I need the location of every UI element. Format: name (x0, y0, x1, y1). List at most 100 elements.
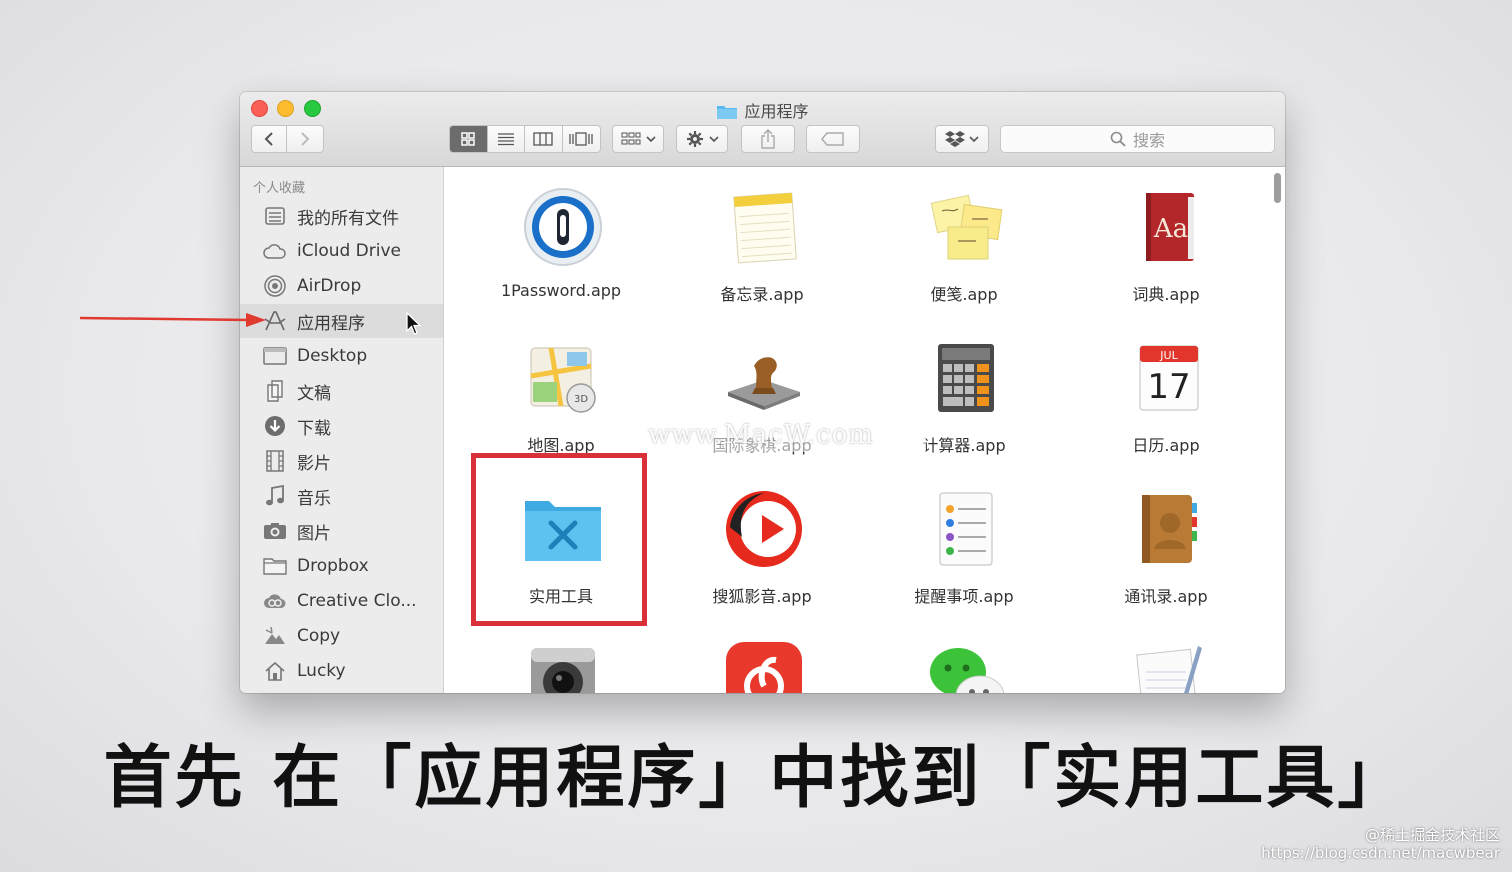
sidebar-item-all-files[interactable]: 我的所有文件 (240, 199, 443, 233)
sidebar-item-label: Desktop (297, 346, 368, 366)
sidebar-item-airdrop[interactable]: AirDrop (240, 269, 443, 303)
sidebar-item-icloud[interactable]: iCloud Drive (240, 234, 443, 268)
arrange-icon (621, 132, 640, 145)
file-item-notes[interactable]: 备忘录.app (662, 175, 862, 315)
highlight-box-utilities (471, 453, 647, 626)
sidebar-item-label: 文稿 (297, 383, 331, 404)
sidebar-item-lucky[interactable]: Lucky (240, 654, 443, 688)
svg-text:3D: 3D (574, 394, 588, 405)
file-item-netease-music[interactable] (662, 628, 862, 693)
columns-icon (533, 132, 553, 146)
mouse-cursor-icon (406, 312, 422, 335)
sidebar-item-downloads[interactable]: 下载 (240, 409, 443, 443)
sidebar-item-label: 影片 (297, 453, 331, 474)
sidebar-item-dropbox[interactable]: Dropbox (240, 549, 443, 583)
sidebar-item-label: 我的所有文件 (297, 208, 399, 229)
reminders-icon (939, 492, 993, 566)
file-item-stickies[interactable]: 便笺.app (864, 175, 1064, 315)
chess-icon (728, 357, 800, 410)
icon-view-button[interactable] (450, 126, 488, 152)
dropbox-icon (945, 131, 965, 147)
list-view-button[interactable] (488, 126, 525, 152)
sidebar-item-label: Dropbox (297, 556, 369, 576)
finder-window: 应用程序 搜索 个人收藏 我的所有文件 iCloud Drive AirDrop… (240, 92, 1285, 693)
column-view-button[interactable] (525, 126, 563, 152)
calendar-icon: JUL 17 (1139, 345, 1199, 411)
sidebar-item-desktop[interactable]: Desktop (240, 339, 443, 373)
calculator-icon (938, 344, 994, 412)
dictionary-icon: Aa (1146, 193, 1194, 261)
sidebar-item-label: iCloud Drive (297, 241, 402, 261)
pictures-icon (263, 520, 287, 542)
chevron-down-icon (969, 136, 979, 143)
wechat-icon (930, 648, 1005, 693)
arrange-menu-button[interactable] (612, 125, 664, 153)
list-icon (497, 133, 514, 146)
all-files-icon (263, 205, 287, 227)
dropbox-menu-button[interactable] (935, 125, 989, 153)
copy-icon (263, 625, 287, 647)
download-icon (263, 415, 287, 437)
file-item-reminders[interactable]: 提醒事项.app (864, 477, 1064, 617)
cloud-icon (263, 240, 287, 262)
sidebar-item-documents[interactable]: 文稿 (240, 374, 443, 408)
vertical-scrollbar[interactable] (1274, 173, 1281, 203)
file-item-calendar[interactable]: JUL 17 日历.app (1066, 326, 1266, 466)
sidebar-item-label: Copy (297, 626, 341, 646)
nav-buttons (251, 125, 324, 153)
sidebar-item-label: 音乐 (297, 488, 331, 509)
creative-cloud-icon (263, 590, 287, 612)
subtitle-caption: 首先 在「应用程序」中找到「实用工具」 (103, 739, 1409, 818)
textedit-icon (1136, 646, 1202, 693)
tag-icon (821, 132, 844, 146)
netease-music-icon (726, 642, 802, 693)
cover-flow-button[interactable] (563, 126, 600, 152)
movies-icon (263, 450, 287, 472)
contacts-icon (1142, 495, 1197, 563)
sidebar-item-label: Lucky (297, 661, 346, 681)
grid-icon (461, 132, 475, 146)
sidebar-item-movies[interactable]: 影片 (240, 444, 443, 478)
action-menu-button[interactable] (676, 125, 728, 153)
applications-folder-icon (717, 106, 738, 119)
window-title: 应用程序 (240, 98, 1285, 122)
tags-button[interactable] (806, 125, 860, 153)
sidebar-item-label: AirDrop (297, 276, 362, 296)
sidebar-item-copy[interactable]: Copy (240, 619, 443, 653)
search-field[interactable]: 搜索 (1000, 125, 1275, 153)
sidebar-item-label: 下载 (297, 418, 331, 439)
svg-text:JUL: JUL (1159, 349, 1178, 362)
file-item-contacts[interactable]: 通讯录.app (1066, 477, 1266, 617)
sidebar-item-label: 图片 (297, 523, 331, 544)
search-placeholder: 搜索 (1132, 131, 1165, 150)
svg-text:17: 17 (1147, 367, 1190, 407)
title-bar: 应用程序 搜索 (240, 92, 1285, 167)
sidebar-item-music[interactable]: 音乐 (240, 479, 443, 513)
file-item-sohu-video[interactable]: 搜狐影音.app (662, 477, 862, 617)
file-item-1password[interactable]: 1Password.app (461, 175, 661, 315)
file-item-wechat[interactable] (864, 628, 1064, 693)
cover-flow-icon (569, 132, 593, 146)
stickies-icon (930, 194, 1003, 260)
source-credit: @稀土掘金技术社区 https://blog.csdn.net/macwbear (1261, 826, 1500, 862)
sidebar-item-label: 应用程序 (297, 313, 365, 334)
chevron-down-icon (645, 136, 656, 143)
chevron-down-icon (708, 136, 719, 143)
search-icon (1110, 131, 1126, 147)
airdrop-icon (263, 275, 287, 297)
file-item-dictionary[interactable]: Aa 词典.app (1066, 175, 1266, 315)
music-icon (263, 485, 287, 507)
sidebar-item-creative-cloud[interactable]: Creative Clo... (240, 584, 443, 618)
back-button[interactable] (252, 126, 288, 152)
documents-icon (263, 380, 287, 402)
sidebar-item-label: Creative Clo... (297, 591, 417, 611)
file-item-textedit[interactable] (1066, 628, 1266, 693)
folder-icon (263, 555, 287, 577)
sidebar-item-pictures[interactable]: 图片 (240, 514, 443, 548)
favorites-header: 个人收藏 (253, 181, 306, 196)
chevron-right-icon (301, 132, 310, 146)
share-button[interactable] (741, 125, 795, 153)
sohu-video-icon (726, 491, 802, 567)
forward-button[interactable] (287, 126, 323, 152)
file-item-image-capture[interactable] (461, 628, 661, 693)
